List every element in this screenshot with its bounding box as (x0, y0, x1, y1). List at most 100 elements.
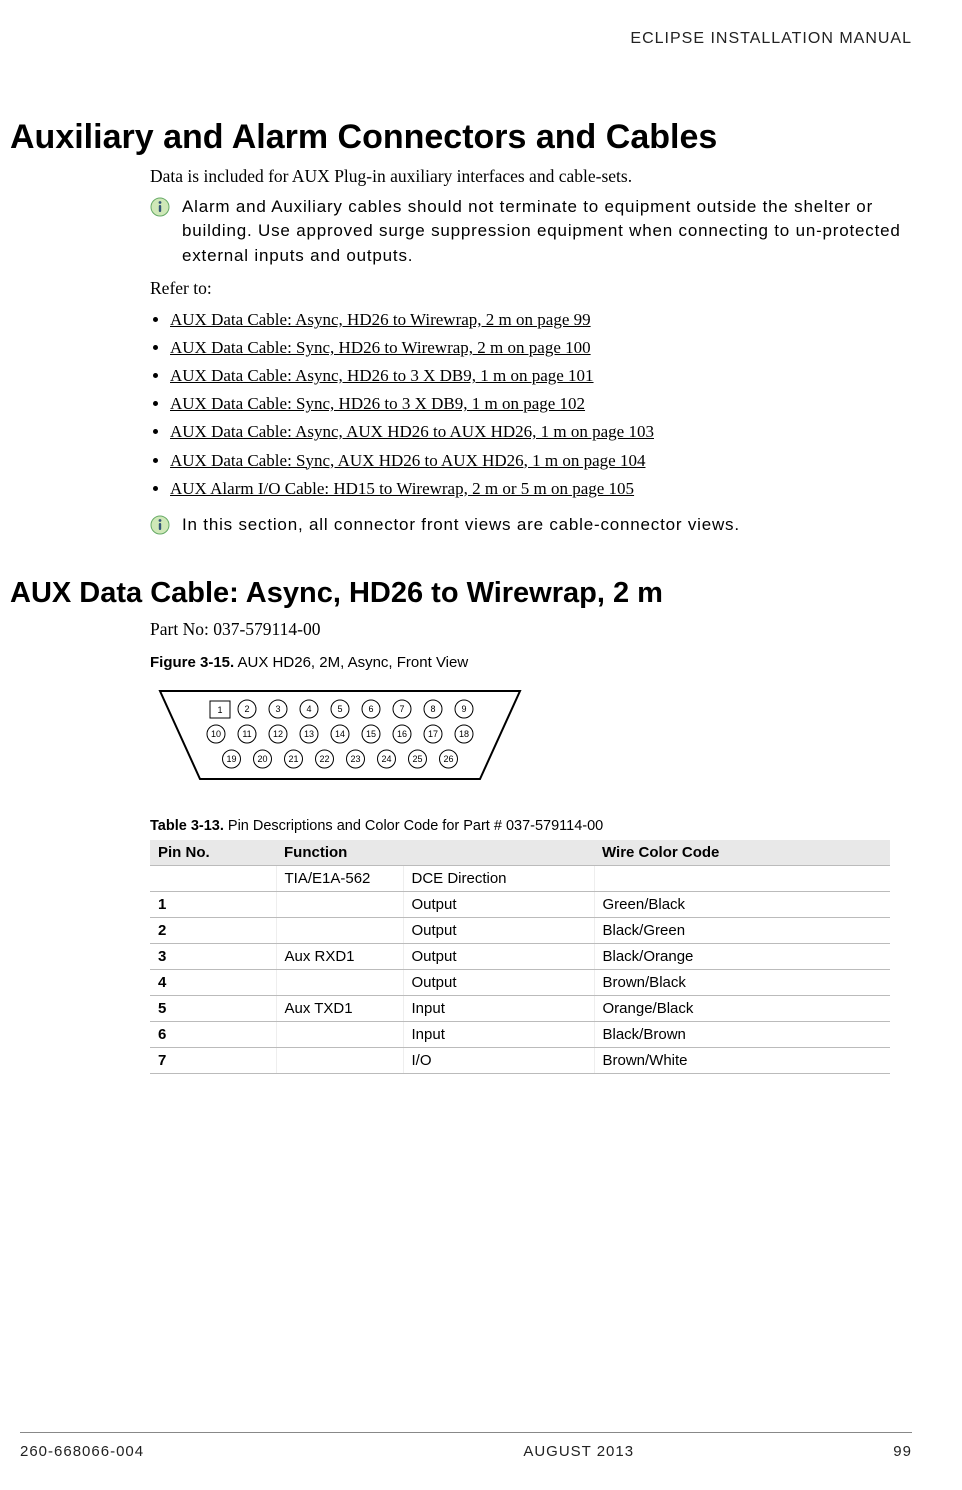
heading-sub: AUX Data Cable: Async, HD26 to Wirewrap,… (10, 576, 902, 611)
list-item: AUX Data Cable: Async, HD26 to Wirewrap,… (170, 306, 902, 334)
cell: Input (403, 1022, 594, 1048)
cell: TIA/E1A-562 (276, 866, 403, 892)
cell: Output (403, 918, 594, 944)
svg-text:16: 16 (397, 729, 407, 739)
cell: Output (403, 970, 594, 996)
svg-text:3: 3 (275, 704, 280, 714)
note-text: Alarm and Auxiliary cables should not te… (182, 195, 902, 269)
svg-text:20: 20 (257, 754, 267, 764)
connector-diagram: 1234567891011121314151617181920212223242… (150, 679, 902, 794)
cell: Output (403, 892, 594, 918)
cell: 5 (150, 996, 276, 1022)
svg-text:4: 4 (306, 704, 311, 714)
list-item: AUX Data Cable: Sync, AUX HD26 to AUX HD… (170, 447, 902, 475)
ref-link[interactable]: AUX Data Cable: Sync, HD26 to 3 X DB9, 1… (170, 394, 585, 413)
th-pin: Pin No. (150, 840, 276, 866)
cell: Brown/White (594, 1048, 890, 1074)
svg-text:7: 7 (399, 704, 404, 714)
cell: 1 (150, 892, 276, 918)
svg-text:15: 15 (366, 729, 376, 739)
footer-doc-id: 260-668066-004 (20, 1443, 144, 1460)
table-row: 4 OutputBrown/Black (150, 970, 890, 996)
cell (276, 918, 403, 944)
table-title: Pin Descriptions and Color Code for Part… (228, 818, 603, 834)
cell: Brown/Black (594, 970, 890, 996)
part-number: Part No: 037-579114-00 (150, 618, 902, 642)
svg-text:26: 26 (443, 754, 453, 764)
cell: 2 (150, 918, 276, 944)
info-icon (150, 197, 170, 222)
svg-text:1: 1 (217, 705, 222, 715)
footer-page-number: 99 (893, 1443, 912, 1460)
ref-link[interactable]: AUX Alarm I/O Cable: HD15 to Wirewrap, 2… (170, 479, 634, 498)
svg-text:9: 9 (461, 704, 466, 714)
list-item: AUX Alarm I/O Cable: HD15 to Wirewrap, 2… (170, 475, 902, 503)
cell (276, 1022, 403, 1048)
reference-list: AUX Data Cable: Async, HD26 to Wirewrap,… (150, 306, 902, 502)
svg-text:6: 6 (368, 704, 373, 714)
cell: 4 (150, 970, 276, 996)
svg-text:12: 12 (273, 729, 283, 739)
ref-link[interactable]: AUX Data Cable: Async, HD26 to Wirewrap,… (170, 310, 591, 329)
intro-text: Data is included for AUX Plug-in auxilia… (150, 165, 902, 189)
svg-text:25: 25 (412, 754, 422, 764)
note-block-2: In this section, all connector front vie… (150, 513, 902, 540)
table-header-row: Pin No. Function Wire Color Code (150, 840, 890, 866)
ref-link[interactable]: AUX Data Cable: Async, HD26 to 3 X DB9, … (170, 366, 594, 385)
cell: Black/Green (594, 918, 890, 944)
cell: Black/Orange (594, 944, 890, 970)
cell: Orange/Black (594, 996, 890, 1022)
page-footer: 260-668066-004 AUGUST 2013 99 (20, 1432, 912, 1460)
ref-link[interactable]: AUX Data Cable: Sync, AUX HD26 to AUX HD… (170, 451, 645, 470)
cell: Aux TXD1 (276, 996, 403, 1022)
svg-text:19: 19 (226, 754, 236, 764)
figure-label: Figure 3-15. (150, 654, 234, 671)
list-item: AUX Data Cable: Async, AUX HD26 to AUX H… (170, 418, 902, 446)
table-row: 5Aux TXD1InputOrange/Black (150, 996, 890, 1022)
table-caption: Table 3-13. Pin Descriptions and Color C… (150, 818, 902, 834)
cell (594, 866, 890, 892)
svg-text:24: 24 (381, 754, 391, 764)
cell: Green/Black (594, 892, 890, 918)
cell: Input (403, 996, 594, 1022)
heading-main: Auxiliary and Alarm Connectors and Cable… (10, 118, 902, 157)
th-color: Wire Color Code (594, 840, 890, 866)
cell (276, 970, 403, 996)
figure-caption: Figure 3-15. AUX HD26, 2M, Async, Front … (150, 654, 902, 671)
svg-text:23: 23 (350, 754, 360, 764)
svg-text:10: 10 (211, 729, 221, 739)
table-row: 6 InputBlack/Brown (150, 1022, 890, 1048)
cell: 7 (150, 1048, 276, 1074)
note-text: In this section, all connector front vie… (182, 513, 740, 538)
th-function: Function (276, 840, 594, 866)
table-row: 1 OutputGreen/Black (150, 892, 890, 918)
cell: 3 (150, 944, 276, 970)
svg-text:17: 17 (428, 729, 438, 739)
page: ECLIPSE INSTALLATION MANUAL Auxiliary an… (0, 0, 962, 1490)
ref-link[interactable]: AUX Data Cable: Sync, HD26 to Wirewrap, … (170, 338, 591, 357)
cell: DCE Direction (403, 866, 594, 892)
list-item: AUX Data Cable: Sync, HD26 to 3 X DB9, 1… (170, 390, 902, 418)
footer-date: AUGUST 2013 (523, 1443, 634, 1460)
table-label: Table 3-13. (150, 818, 224, 834)
svg-text:14: 14 (335, 729, 345, 739)
svg-text:8: 8 (430, 704, 435, 714)
svg-text:2: 2 (244, 704, 249, 714)
cell (150, 866, 276, 892)
cell: 6 (150, 1022, 276, 1048)
header-title: ECLIPSE INSTALLATION MANUAL (20, 30, 912, 48)
note-block-1: Alarm and Auxiliary cables should not te… (150, 195, 902, 269)
list-item: AUX Data Cable: Sync, HD26 to Wirewrap, … (170, 334, 902, 362)
refer-label: Refer to: (150, 277, 902, 301)
cell: Black/Brown (594, 1022, 890, 1048)
info-icon (150, 515, 170, 540)
table-subheader-row: TIA/E1A-562 DCE Direction (150, 866, 890, 892)
svg-text:11: 11 (242, 729, 251, 739)
list-item: AUX Data Cable: Async, HD26 to 3 X DB9, … (170, 362, 902, 390)
svg-text:5: 5 (337, 704, 342, 714)
table-row: 2 OutputBlack/Green (150, 918, 890, 944)
figure-title: AUX HD26, 2M, Async, Front View (238, 654, 469, 671)
ref-link[interactable]: AUX Data Cable: Async, AUX HD26 to AUX H… (170, 422, 654, 441)
svg-text:18: 18 (459, 729, 469, 739)
cell: Output (403, 944, 594, 970)
